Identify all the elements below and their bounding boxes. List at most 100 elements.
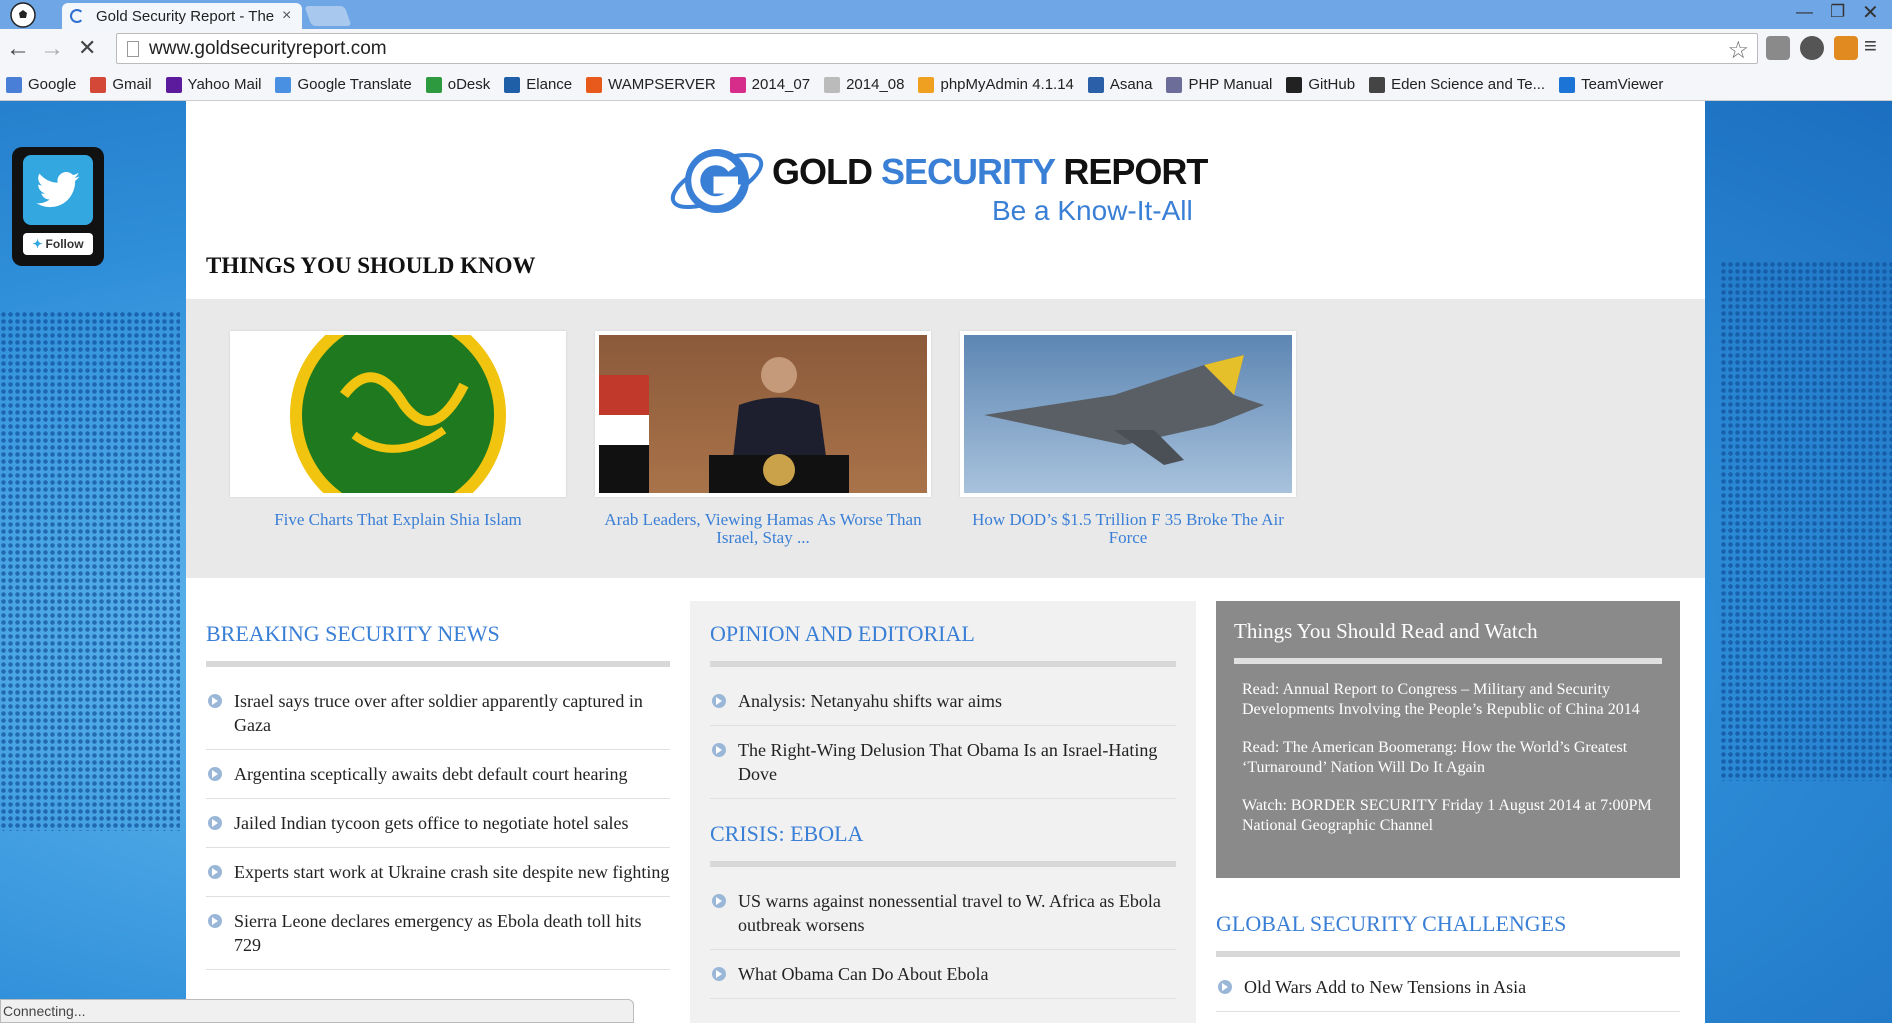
news-list-item[interactable]: Argentina sceptically awaits debt defaul… xyxy=(206,750,670,799)
soccer-ball-icon xyxy=(10,2,36,28)
loading-spinner-icon xyxy=(70,9,84,23)
bookmark-item[interactable]: GitHub xyxy=(1286,76,1355,93)
read-watch-heading: Things You Should Read and Watch xyxy=(1234,619,1538,643)
news-list-item[interactable]: Old Wars Add to New Tensions in Asia xyxy=(1216,963,1680,1012)
back-arrow-icon[interactable]: ← xyxy=(6,35,30,63)
news-link[interactable]: Israel says truce over after soldier app… xyxy=(234,689,670,737)
bookmark-label: Elance xyxy=(526,76,573,93)
bookmark-item[interactable]: Asana xyxy=(1087,76,1152,93)
bookmark-label: GitHub xyxy=(1308,76,1356,93)
bookmark-favicon-icon xyxy=(1166,76,1183,93)
bookmark-item[interactable]: phpMyAdmin 4.1.14 xyxy=(918,76,1074,93)
feature-image-shia[interactable] xyxy=(230,331,566,497)
bookmark-favicon-icon xyxy=(504,76,521,93)
bookmark-label: 2014_08 xyxy=(846,76,905,93)
bookmark-item[interactable]: oDesk xyxy=(425,76,490,93)
close-window-icon[interactable]: ✕ xyxy=(1862,0,1879,25)
feature-caption[interactable]: How DOD’s $1.5 Trillion F 35 Broke The A… xyxy=(960,511,1296,547)
bookmark-label: Yahoo Mail xyxy=(187,76,262,93)
divider xyxy=(1234,658,1662,664)
bookmark-label: Google Translate xyxy=(297,76,412,93)
bookmark-item[interactable]: Google xyxy=(6,76,76,93)
minimize-icon[interactable]: — xyxy=(1796,2,1813,22)
news-link[interactable]: Sierra Leone declares emergency as Ebola… xyxy=(234,909,670,957)
stop-loading-icon[interactable]: ✕ xyxy=(78,35,96,61)
bookmark-label: PHP Manual xyxy=(1188,76,1273,93)
browser-tab-active[interactable]: Gold Security Report - The × xyxy=(62,3,302,29)
bookmark-item[interactable]: Yahoo Mail xyxy=(165,76,262,93)
address-url[interactable]: www.goldsecurityreport.com xyxy=(149,38,387,60)
news-list-item[interactable]: The Right-Wing Delusion That Obama Is an… xyxy=(710,726,1176,799)
news-link[interactable]: Argentina sceptically awaits debt defaul… xyxy=(234,762,628,786)
address-bar[interactable]: www.goldsecurityreport.com ☆ xyxy=(116,33,1758,64)
feature-caption[interactable]: Arab Leaders, Viewing Hamas As Worse Tha… xyxy=(595,511,931,547)
read-watch-link[interactable]: Read: The American Boomerang: How the Wo… xyxy=(1242,738,1662,778)
menu-icon[interactable]: ≡ xyxy=(1864,33,1888,58)
featured-strip: Five Charts That Explain Shia Islam Arab… xyxy=(186,299,1705,578)
bookmark-item[interactable]: TeamViewer xyxy=(1559,76,1663,93)
tab-close-icon[interactable]: × xyxy=(282,7,291,25)
feature-card[interactable]: How DOD’s $1.5 Trillion F 35 Broke The A… xyxy=(960,331,1296,547)
feature-caption[interactable]: Five Charts That Explain Shia Islam xyxy=(230,511,566,529)
breaking-news-heading[interactable]: BREAKING SECURITY NEWS xyxy=(206,621,670,647)
arrow-bullet-icon xyxy=(1218,980,1232,994)
feature-card[interactable]: Five Charts That Explain Shia Islam xyxy=(230,331,566,529)
news-list-item[interactable]: What Obama Can Do About Ebola xyxy=(710,950,1176,999)
news-list-item[interactable]: US warns against nonessential travel to … xyxy=(710,877,1176,950)
news-link[interactable]: US warns against nonessential travel to … xyxy=(738,889,1176,937)
bookmark-item[interactable]: WAMPSERVER xyxy=(586,76,716,93)
bookmark-item[interactable]: 2014_08 xyxy=(824,76,904,93)
bookmark-item[interactable]: PHP Manual xyxy=(1166,76,1272,93)
bookmark-item[interactable]: Google Translate xyxy=(275,76,412,93)
news-list-item[interactable]: Experts start work at Ukraine crash site… xyxy=(206,848,670,897)
news-link[interactable]: Jailed Indian tycoon gets office to nego… xyxy=(234,811,629,835)
bookmark-favicon-icon xyxy=(918,76,935,93)
world-map-right xyxy=(1720,261,1892,781)
bookmark-star-icon[interactable]: ☆ xyxy=(1727,36,1749,65)
news-link[interactable]: Old Wars Add to New Tensions in Asia xyxy=(1244,975,1526,999)
extension-icon-2[interactable] xyxy=(1834,36,1858,60)
global-security-column: GLOBAL SECURITY CHALLENGES Old Wars Add … xyxy=(1216,911,1680,1012)
news-link[interactable]: Experts start work at Ukraine crash site… xyxy=(234,860,669,884)
bookmark-item[interactable]: Elance xyxy=(504,76,572,93)
global-security-heading[interactable]: GLOBAL SECURITY CHALLENGES xyxy=(1216,911,1680,937)
arrow-bullet-icon xyxy=(208,865,222,879)
extension-icon[interactable] xyxy=(1766,36,1790,60)
speaker-podium-image xyxy=(599,357,849,493)
arrow-bullet-icon xyxy=(712,694,726,708)
news-list-item[interactable]: Israel says truce over after soldier app… xyxy=(206,677,670,750)
feature-image-f35[interactable] xyxy=(960,331,1296,497)
browser-toolbar: ← → ✕ www.goldsecurityreport.com ☆ ≡ xyxy=(0,29,1892,69)
news-list-item[interactable]: Analysis: Netanyahu shifts war aims xyxy=(710,677,1176,726)
feature-image-arab-leaders[interactable] xyxy=(595,331,931,497)
news-list-item[interactable]: Jailed Indian tycoon gets office to nego… xyxy=(206,799,670,848)
status-bar: Connecting... xyxy=(0,999,634,1023)
bookmark-favicon-icon xyxy=(1369,76,1386,93)
arrow-bullet-icon xyxy=(208,694,222,708)
read-watch-link[interactable]: Read: Annual Report to Congress – Milita… xyxy=(1242,680,1662,720)
site-logo[interactable]: GOLD SECURITY REPORT Be a Know-It-All xyxy=(662,129,1242,229)
bookmark-item[interactable]: 2014_07 xyxy=(729,76,810,93)
opinion-heading[interactable]: OPINION AND EDITORIAL xyxy=(710,621,1176,647)
bookmark-item[interactable]: Gmail xyxy=(90,76,152,93)
bookmark-item[interactable]: Eden Science and Te... xyxy=(1369,76,1545,93)
twitter-widget[interactable]: ✦ Follow xyxy=(12,147,104,266)
news-link[interactable]: The Right-Wing Delusion That Obama Is an… xyxy=(738,738,1176,786)
logo-wordmark: GOLD SECURITY REPORT xyxy=(772,151,1208,192)
news-link[interactable]: What Obama Can Do About Ebola xyxy=(738,962,988,986)
twitter-follow-button[interactable]: ✦ Follow xyxy=(23,233,93,255)
new-tab-button[interactable] xyxy=(304,6,352,26)
bookmark-favicon-icon xyxy=(275,76,292,93)
help-extension-icon[interactable] xyxy=(1800,36,1824,60)
bookmark-label: Gmail xyxy=(112,76,152,93)
things-you-should-know-heading: THINGS YOU SHOULD KNOW xyxy=(206,253,536,278)
forward-arrow-icon[interactable]: → xyxy=(40,35,64,63)
bookmark-favicon-icon xyxy=(1559,76,1576,93)
news-link[interactable]: Analysis: Netanyahu shifts war aims xyxy=(738,689,1002,713)
maximize-icon[interactable]: ❐ xyxy=(1830,2,1845,22)
read-watch-link[interactable]: Watch: BORDER SECURITY Friday 1 August 2… xyxy=(1242,796,1662,836)
news-list-item[interactable]: Sierra Leone declares emergency as Ebola… xyxy=(206,897,670,970)
bookmark-label: WAMPSERVER xyxy=(608,76,716,93)
feature-card[interactable]: Arab Leaders, Viewing Hamas As Worse Tha… xyxy=(595,331,931,547)
ebola-heading[interactable]: CRISIS: EBOLA xyxy=(710,821,1176,847)
